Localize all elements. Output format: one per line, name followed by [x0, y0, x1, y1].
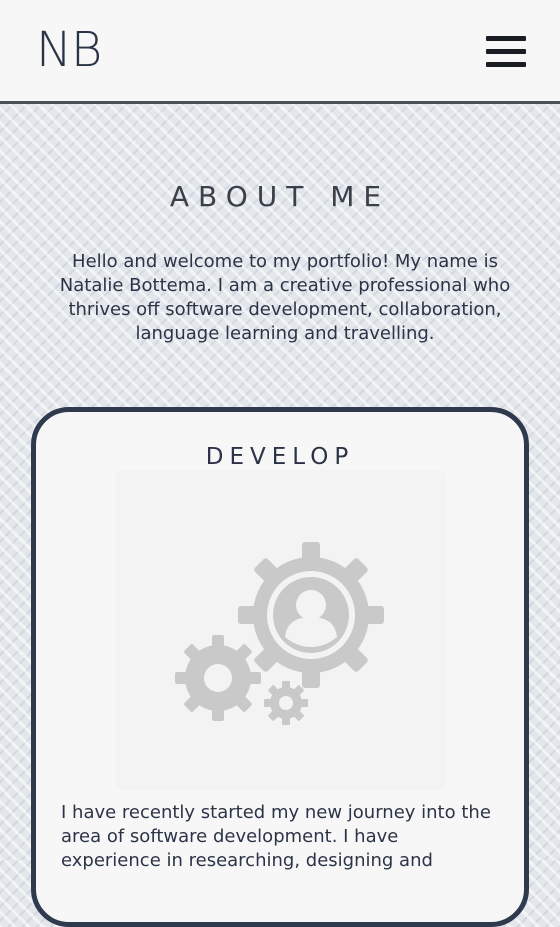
- card-title: DEVELOP: [205, 444, 355, 470]
- card-description: I have recently started my new journey i…: [61, 802, 491, 871]
- section-title: ABOUT ME: [169, 180, 391, 213]
- gears-person-icon: [175, 542, 384, 725]
- illustration-panel: [116, 470, 446, 790]
- top-navbar: NB: [0, 0, 560, 104]
- develop-card: DEVELOP I have recently started my new j…: [31, 407, 529, 927]
- hamburger-menu-icon[interactable]: [486, 36, 526, 68]
- intro-paragraph: Hello and welcome to my portfolio! My na…: [59, 251, 511, 344]
- site-logo[interactable]: NB: [36, 22, 102, 78]
- about-section: ABOUT ME Hello and welcome to my portfol…: [0, 104, 560, 927]
